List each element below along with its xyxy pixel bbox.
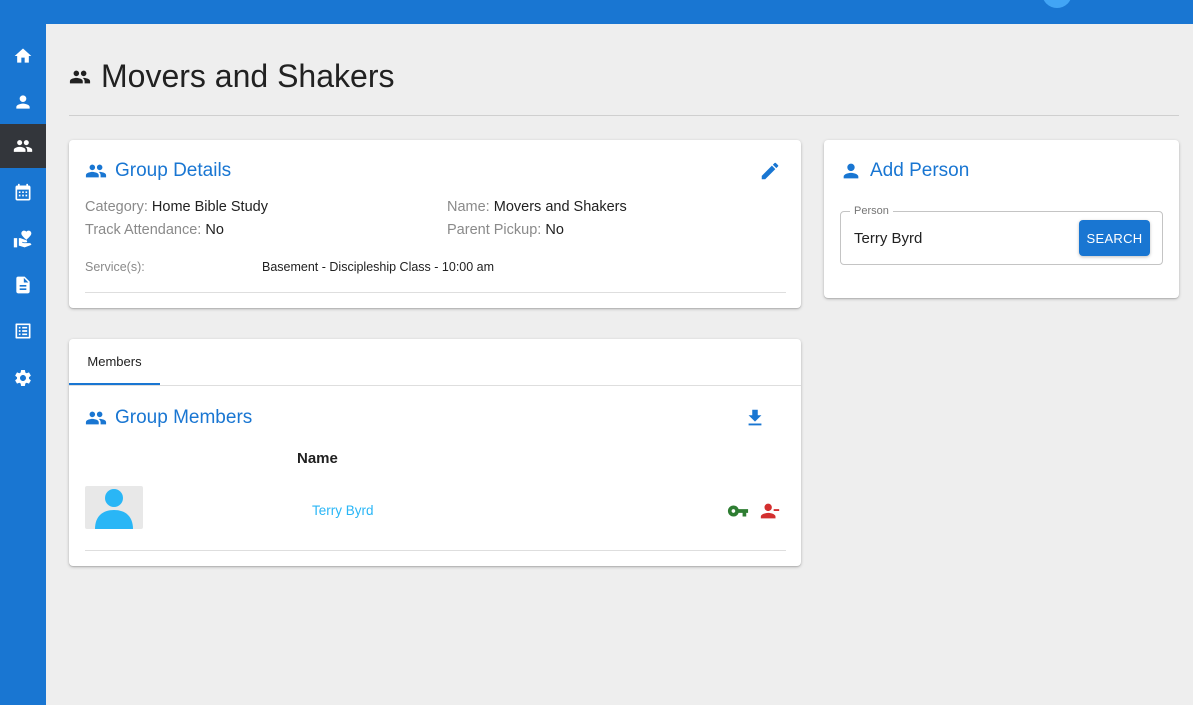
person-field-label: Person	[850, 205, 893, 217]
volunteer-icon	[13, 230, 32, 248]
calendar-icon	[15, 183, 31, 201]
page-title: Movers and Shakers	[101, 58, 395, 94]
person-field: Person Terry Byrd SEARCH	[840, 205, 1163, 265]
add-person-header: Add Person	[840, 160, 969, 182]
person-avatar-icon	[95, 489, 133, 529]
download-members-button[interactable]	[742, 405, 768, 431]
make-leader-button[interactable]	[726, 499, 750, 523]
group-members-header: Group Members	[85, 407, 252, 429]
person-icon	[843, 163, 859, 179]
sidebar-item-home[interactable]	[0, 34, 46, 78]
sidebar	[0, 24, 46, 705]
person-search-input[interactable]: Terry Byrd	[854, 230, 922, 247]
sidebar-item-people[interactable]	[0, 80, 46, 124]
edit-group-button[interactable]	[757, 158, 783, 184]
column-header-name: Name	[297, 450, 338, 467]
category-label: Category:	[85, 199, 148, 215]
list-alt-icon	[15, 323, 31, 339]
header-divider	[69, 115, 1179, 116]
download-icon	[748, 409, 762, 426]
sidebar-item-reports[interactable]	[0, 309, 46, 353]
search-button[interactable]: SEARCH	[1079, 220, 1150, 256]
sidebar-item-groups[interactable]	[0, 124, 46, 168]
top-app-bar	[0, 0, 1193, 24]
track-attendance-row: Track Attendance: No	[85, 222, 224, 238]
key-icon	[727, 505, 749, 517]
services-value-text: Basement - Discipleship Class - 10:00 am	[262, 260, 495, 274]
person-remove-icon	[760, 503, 780, 519]
services-label: Service(s):	[85, 260, 145, 274]
members-divider	[85, 550, 786, 551]
track-attendance-label: Track Attendance:	[85, 222, 202, 238]
name-row: Name: Movers and Shakers	[447, 199, 627, 215]
add-person-card: Add Person Person Terry Byrd SEARCH	[824, 140, 1179, 298]
details-divider	[85, 292, 786, 293]
track-attendance-value: No	[205, 222, 224, 238]
group-details-card: Group Details Category: Home Bible Study…	[69, 140, 801, 308]
sidebar-item-donations[interactable]	[0, 217, 46, 261]
sidebar-item-attendance[interactable]	[0, 171, 46, 215]
member-name-link[interactable]: Terry Byrd	[312, 503, 374, 518]
group-details-title: Group Details	[115, 160, 232, 181]
edit-icon	[761, 162, 779, 180]
home-icon	[14, 48, 32, 63]
member-photo	[85, 486, 143, 529]
group-icon	[85, 411, 107, 425]
tab-members[interactable]: Members	[69, 339, 160, 385]
parent-pickup-label: Parent Pickup:	[447, 222, 542, 238]
description-icon	[16, 276, 30, 294]
name-label: Name:	[447, 199, 490, 215]
parent-pickup-value: No	[545, 222, 564, 238]
page-header: Movers and Shakers	[69, 58, 394, 95]
category-value: Home Bible Study	[151, 199, 268, 215]
add-person-title: Add Person	[870, 160, 970, 181]
sidebar-item-settings[interactable]	[0, 356, 46, 400]
name-value: Movers and Shakers	[493, 199, 627, 215]
services-label-text: Service(s):	[85, 260, 145, 274]
category-row: Category: Home Bible Study	[85, 199, 268, 215]
remove-member-button[interactable]	[758, 499, 782, 523]
group-icon	[69, 70, 91, 83]
parent-pickup-row: Parent Pickup: No	[447, 222, 564, 238]
tabs-divider	[69, 385, 801, 386]
group-icon	[85, 164, 107, 178]
person-icon	[16, 95, 30, 109]
sidebar-item-forms[interactable]	[0, 263, 46, 307]
user-avatar[interactable]	[1042, 0, 1072, 8]
group-members-title: Group Members	[115, 407, 253, 428]
members-card: Members Group Members Name Terry Byrd	[69, 339, 801, 566]
services-value: Basement - Discipleship Class - 10:00 am	[262, 260, 494, 274]
gear-icon	[15, 370, 31, 386]
group-icon	[13, 140, 33, 152]
group-details-header: Group Details	[85, 160, 231, 182]
